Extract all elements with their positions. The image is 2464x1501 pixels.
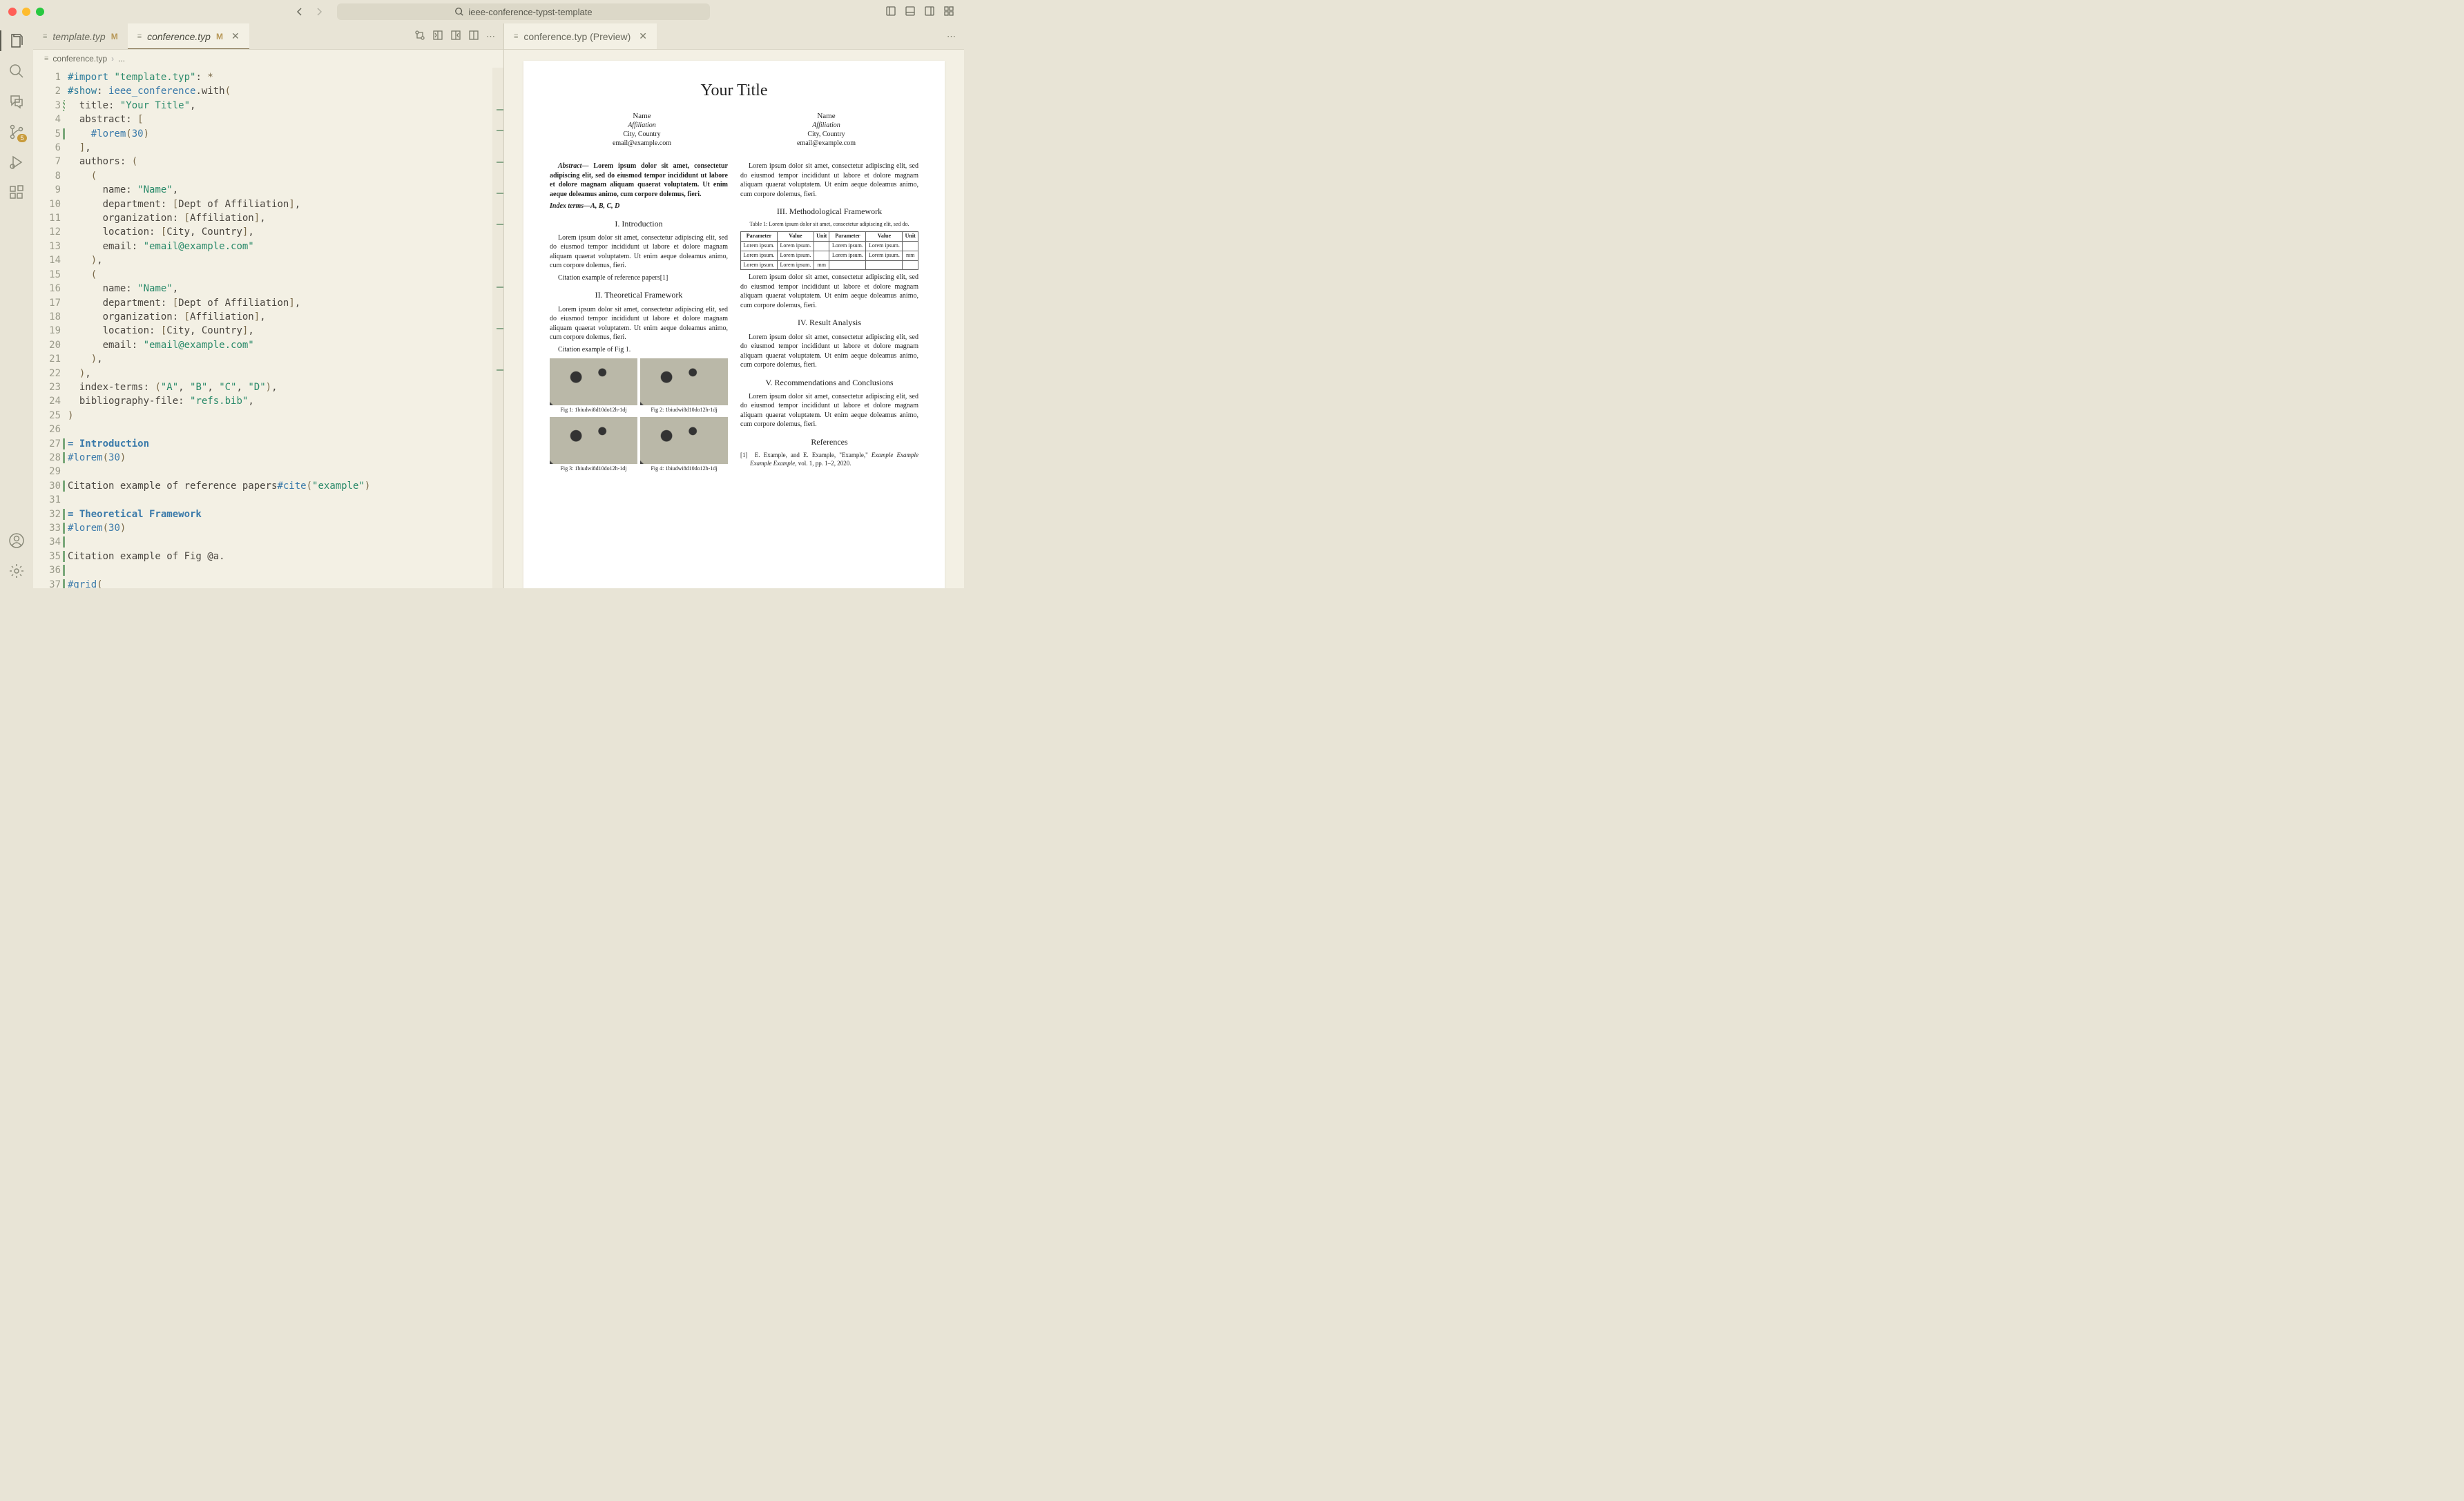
line-gutter: 1234567891011121314151617181920212223242… bbox=[33, 68, 68, 588]
traffic-lights bbox=[8, 8, 44, 16]
search-icon bbox=[454, 7, 464, 17]
explorer-button[interactable] bbox=[8, 32, 26, 50]
column-left: Abstract— Lorem ipsum dolor sit amet, co… bbox=[550, 162, 728, 472]
section-3-heading: III. Methodological Framework bbox=[740, 206, 918, 217]
toggle-secondary-sidebar-button[interactable] bbox=[924, 6, 936, 18]
split-action-2[interactable] bbox=[450, 30, 461, 43]
code-editor[interactable]: 1234567891011121314151617181920212223242… bbox=[33, 68, 503, 588]
close-tab-button[interactable]: ✕ bbox=[639, 30, 647, 42]
modified-indicator: M bbox=[216, 32, 223, 41]
compare-changes-button[interactable] bbox=[414, 30, 425, 43]
breadcrumb-rest: ... bbox=[118, 54, 125, 64]
layout-controls bbox=[885, 6, 956, 18]
file-icon: ≡ bbox=[137, 32, 142, 41]
modified-indicator: M bbox=[111, 32, 118, 41]
activity-bar: 5 bbox=[0, 23, 33, 588]
breadcrumb-separator: › bbox=[111, 54, 114, 64]
split-action-1[interactable] bbox=[432, 30, 443, 43]
table-1: ParameterValueUnitParameterValueUnit Lor… bbox=[740, 231, 918, 270]
section-4-heading: IV. Result Analysis bbox=[740, 317, 918, 328]
file-icon: ≡ bbox=[43, 32, 47, 41]
reference-1: [1] E. Example, and E. Example, "Example… bbox=[740, 452, 918, 467]
editor-group-left: ≡ template.typ M ≡ conference.typ M ✕ ⋯ … bbox=[33, 23, 503, 588]
toggle-panel-button[interactable] bbox=[905, 6, 917, 18]
preview-tabs: ≡ conference.typ (Preview) ✕ ⋯ bbox=[504, 23, 964, 50]
breadcrumb-file: conference.typ bbox=[52, 54, 107, 64]
author-block-2: Name Affiliation City, Country email@exa… bbox=[797, 111, 856, 148]
authors-row: Name Affiliation City, Country email@exa… bbox=[550, 111, 918, 148]
section-1-heading: I. Introduction bbox=[550, 218, 728, 229]
section-2-heading: II. Theoretical Framework bbox=[550, 289, 728, 300]
scm-badge: 5 bbox=[17, 134, 27, 142]
figure-4 bbox=[640, 417, 728, 464]
maximize-window-button[interactable] bbox=[36, 8, 44, 16]
paper-preview: Your Title Name Affiliation City, Countr… bbox=[523, 61, 945, 588]
editor-tabs: ≡ template.typ M ≡ conference.typ M ✕ ⋯ bbox=[33, 23, 503, 50]
source-control-button[interactable]: 5 bbox=[8, 123, 26, 141]
search-button[interactable] bbox=[8, 62, 26, 80]
preview-viewport[interactable]: Your Title Name Affiliation City, Countr… bbox=[504, 50, 964, 588]
accounts-button[interactable] bbox=[8, 532, 26, 550]
paper-title: Your Title bbox=[550, 81, 918, 100]
two-column-body: Abstract— Lorem ipsum dolor sit amet, co… bbox=[550, 162, 918, 472]
close-window-button[interactable] bbox=[8, 8, 17, 16]
settings-button[interactable] bbox=[8, 562, 26, 580]
column-right: Lorem ipsum dolor sit amet, consectetur … bbox=[740, 162, 918, 472]
minimap[interactable] bbox=[492, 68, 503, 588]
code-content[interactable]: #import "template.typ": *#show: ieee_con… bbox=[68, 68, 492, 588]
command-center-text: ieee-conference-typst-template bbox=[468, 7, 592, 17]
chat-button[interactable] bbox=[8, 93, 26, 110]
tab-label: conference.typ (Preview) bbox=[523, 31, 631, 42]
run-debug-button[interactable] bbox=[8, 153, 26, 171]
nav-arrows bbox=[293, 5, 326, 19]
nav-back-button[interactable] bbox=[293, 5, 307, 19]
editor-group-right: ≡ conference.typ (Preview) ✕ ⋯ Your Titl… bbox=[504, 23, 964, 588]
main-area: 5 ≡ template.typ M ≡ conference.typ M ✕ bbox=[0, 23, 964, 588]
tab-label: conference.typ bbox=[147, 31, 211, 42]
titlebar: ieee-conference-typst-template bbox=[0, 0, 964, 23]
section-5-heading: V. Recommendations and Conclusions bbox=[740, 377, 918, 388]
file-icon: ≡ bbox=[514, 32, 518, 41]
more-actions-button[interactable]: ⋯ bbox=[947, 31, 956, 42]
editor-actions: ⋯ bbox=[414, 23, 503, 49]
author-block-1: Name Affiliation City, Country email@exa… bbox=[613, 111, 671, 148]
customize-layout-button[interactable] bbox=[943, 6, 956, 18]
figure-2 bbox=[640, 358, 728, 405]
close-tab-button[interactable]: ✕ bbox=[231, 30, 240, 42]
tab-template[interactable]: ≡ template.typ M bbox=[33, 23, 128, 49]
breadcrumb[interactable]: ≡ conference.typ › ... bbox=[33, 50, 503, 68]
more-actions-button[interactable]: ⋯ bbox=[486, 31, 495, 42]
references-heading: References bbox=[740, 436, 918, 447]
figure-3 bbox=[550, 417, 637, 464]
split-editor-button[interactable] bbox=[468, 30, 479, 43]
extensions-button[interactable] bbox=[8, 184, 26, 202]
command-center[interactable]: ieee-conference-typst-template bbox=[337, 3, 710, 20]
toggle-primary-sidebar-button[interactable] bbox=[885, 6, 898, 18]
preview-actions: ⋯ bbox=[947, 23, 964, 49]
tab-label: template.typ bbox=[52, 31, 105, 42]
figure-1 bbox=[550, 358, 637, 405]
tab-conference[interactable]: ≡ conference.typ M ✕ bbox=[128, 23, 249, 49]
nav-forward-button[interactable] bbox=[312, 5, 326, 19]
file-icon: ≡ bbox=[44, 55, 48, 63]
minimize-window-button[interactable] bbox=[22, 8, 30, 16]
tab-preview[interactable]: ≡ conference.typ (Preview) ✕ bbox=[504, 23, 657, 49]
figure-grid: Fig 1: 1biudwi8d10do12h-1dj Fig 2: 1biud… bbox=[550, 358, 728, 473]
